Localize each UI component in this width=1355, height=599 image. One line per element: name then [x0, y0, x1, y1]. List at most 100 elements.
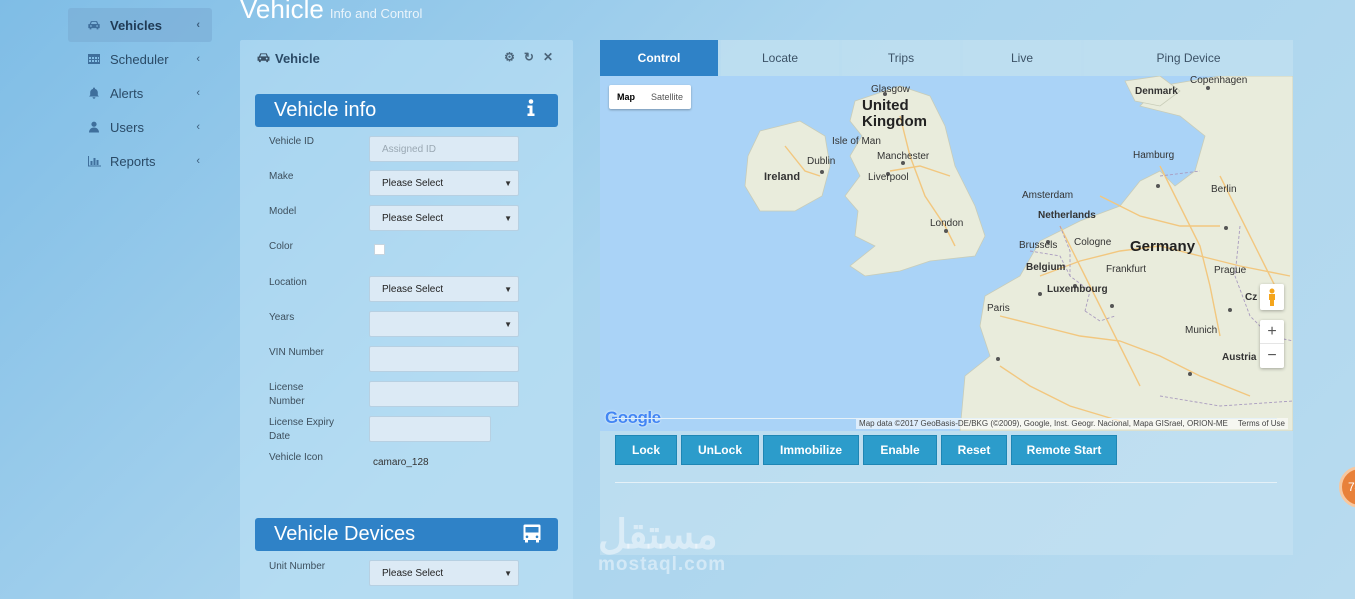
bell-icon — [86, 86, 102, 100]
map-label-prague: Prague — [1214, 265, 1247, 276]
terms-of-use-link[interactable]: Terms of Use — [1238, 419, 1285, 428]
panel-title: Vehicle — [275, 50, 320, 66]
sidebar-item-label: Users — [110, 119, 144, 135]
car-icon — [86, 18, 102, 32]
tab-control[interactable]: Control — [600, 40, 718, 76]
map-type-control: Map Satellite — [609, 85, 692, 109]
map-label-munich: Munich — [1185, 325, 1218, 336]
license-expiry-input[interactable] — [369, 416, 491, 442]
model-select[interactable]: Please Select ▼ — [369, 205, 519, 231]
bus-icon — [522, 523, 542, 550]
license-expiry-label: License Expiry Date — [269, 417, 335, 442]
divider — [615, 418, 1277, 419]
refresh-icon[interactable]: ↻ — [524, 50, 534, 64]
map-label-isle-of-man: Isle of Man — [832, 136, 881, 147]
map-label-denmark: Denmark — [1135, 86, 1178, 97]
tab-trips[interactable]: Trips — [842, 40, 960, 76]
caret-down-icon: ▼ — [504, 569, 512, 578]
license-label: License Number — [269, 382, 305, 407]
map-label-cologne: Cologne — [1074, 237, 1112, 248]
make-select[interactable]: Please Select ▼ — [369, 170, 519, 196]
sidebar-item-vehicles[interactable]: Vehicles ‹ — [68, 8, 212, 42]
sidebar: Vehicles ‹ Scheduler ‹ Alerts ‹ Users ‹ … — [68, 8, 212, 178]
chevron-left-icon: ‹ — [196, 19, 200, 31]
info-icon — [526, 99, 536, 123]
tab-ping-device[interactable]: Ping Device — [1084, 40, 1293, 76]
vehicle-info-header: Vehicle info — [255, 94, 558, 127]
zoom-out-button[interactable]: − — [1260, 344, 1284, 368]
map-label-berlin: Berlin — [1211, 184, 1237, 195]
reset-button[interactable]: Reset — [941, 435, 1007, 465]
map-label-amsterdam: Amsterdam — [1022, 190, 1074, 201]
map-label-copenhagen: Copenhagen — [1190, 76, 1248, 86]
zoom-control: + − — [1260, 320, 1284, 368]
street-view-pegman-icon[interactable] — [1260, 284, 1284, 310]
chevron-left-icon: ‹ — [196, 121, 200, 133]
map-attribution: Map data ©2017 GeoBasis-DE/BKG (©2009), … — [856, 418, 1288, 429]
sidebar-item-label: Scheduler — [110, 51, 169, 67]
map-label-london: London — [930, 218, 964, 229]
color-swatch[interactable] — [374, 244, 385, 255]
panel-tools: ⚙ ↻ ✕ — [504, 50, 553, 64]
tab-bar: Control Locate Trips Live Ping Device — [600, 40, 1293, 76]
map-view[interactable]: Map Satellite Glasgow United Kingdom Isl… — [600, 76, 1293, 431]
map-label-ireland: Ireland — [764, 171, 801, 183]
sidebar-item-alerts[interactable]: Alerts ‹ — [68, 76, 212, 110]
caret-down-icon: ▼ — [504, 214, 512, 223]
map-label-hamburg: Hamburg — [1133, 150, 1175, 161]
map-label-austria: Austria — [1222, 352, 1257, 363]
map-label-dublin: Dublin — [807, 156, 836, 167]
user-icon — [86, 120, 102, 134]
color-label: Color — [269, 241, 293, 252]
unlock-button[interactable]: UnLock — [681, 435, 759, 465]
map-label-cz: Cz — [1245, 292, 1258, 303]
map-label-luxembourg: Luxembourg — [1047, 284, 1108, 295]
unit-number-label: Unit Number — [269, 561, 326, 572]
page-subtitle: Info and Control — [329, 6, 423, 21]
floating-badge[interactable]: 74 — [1339, 466, 1355, 508]
car-icon — [256, 51, 275, 66]
chevron-left-icon: ‹ — [196, 53, 200, 65]
zoom-in-button[interactable]: + — [1260, 320, 1284, 344]
chevron-left-icon: ‹ — [196, 87, 200, 99]
unit-number-select[interactable]: Please Select ▼ — [369, 560, 519, 586]
map-label-liverpool: Liverpool — [868, 172, 909, 183]
watermark: مستقل mostaql.com — [598, 513, 727, 575]
sidebar-item-users[interactable]: Users ‹ — [68, 110, 212, 144]
sidebar-item-scheduler[interactable]: Scheduler ‹ — [68, 42, 212, 76]
bar-chart-icon — [86, 154, 102, 168]
caret-down-icon: ▼ — [504, 179, 512, 188]
sidebar-item-label: Alerts — [110, 85, 144, 101]
sidebar-item-reports[interactable]: Reports ‹ — [68, 144, 212, 178]
map-label-netherlands: Netherlands — [1038, 210, 1096, 221]
map-type-satellite-button[interactable]: Satellite — [643, 85, 691, 109]
control-panel: Control Locate Trips Live Ping Device Ma… — [600, 40, 1293, 555]
license-input[interactable] — [369, 381, 519, 407]
tab-live[interactable]: Live — [963, 40, 1081, 76]
map-label-brussels: Brussels — [1019, 240, 1058, 251]
map-label-glasgow: Glasgow — [871, 84, 910, 95]
vehicle-icon-label: Vehicle Icon — [269, 452, 323, 463]
years-select[interactable]: ▼ — [369, 311, 519, 337]
sidebar-item-label: Reports — [110, 153, 156, 169]
lock-button[interactable]: Lock — [615, 435, 677, 465]
make-label: Make — [269, 171, 294, 182]
vehicle-id-label: Vehicle ID — [269, 136, 315, 147]
remote-start-button[interactable]: Remote Start — [1011, 435, 1117, 465]
vehicle-id-input[interactable]: Assigned ID — [369, 136, 519, 162]
location-select[interactable]: Please Select ▼ — [369, 276, 519, 302]
vehicle-devices-header: Vehicle Devices — [255, 518, 558, 551]
chevron-left-icon: ‹ — [196, 155, 200, 167]
vin-input[interactable] — [369, 346, 519, 372]
close-icon[interactable]: ✕ — [543, 50, 553, 64]
map-type-map-button[interactable]: Map — [609, 85, 643, 109]
page-title: Vehicle Info and Control — [240, 0, 423, 24]
vehicle-form-panel: Vehicle ⚙ ↻ ✕ Vehicle info Vehicle ID As… — [240, 40, 573, 599]
enable-button[interactable]: Enable — [863, 435, 937, 465]
map-label-frankfurt: Frankfurt — [1106, 264, 1147, 275]
tab-locate[interactable]: Locate — [721, 40, 839, 76]
vin-label: VIN Number — [269, 347, 325, 358]
immobilize-button[interactable]: Immobilize — [763, 435, 859, 465]
gear-icon[interactable]: ⚙ — [504, 50, 515, 64]
caret-down-icon: ▼ — [504, 285, 512, 294]
